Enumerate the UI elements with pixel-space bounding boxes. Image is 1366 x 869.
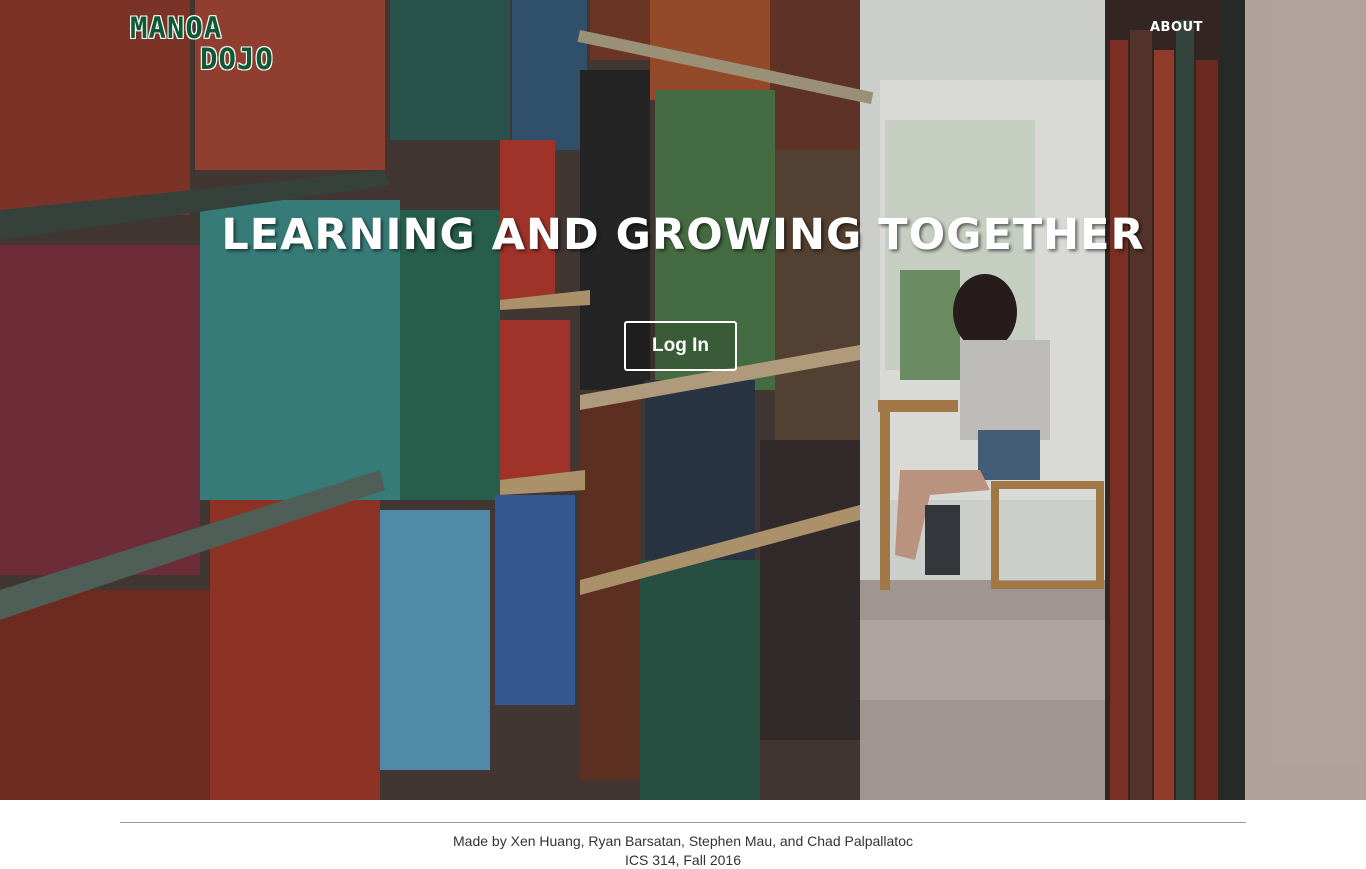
about-link[interactable]: ABOUT [1150,20,1203,35]
logo-line-1: MANOA [130,11,223,45]
hero-overlay [0,0,1366,800]
footer-credits: Made by Xen Huang, Ryan Barsatan, Stephe… [453,833,913,849]
manoa-dojo-logo[interactable]: MANOA DOJO [130,12,282,76]
login-button[interactable]: Log In [624,321,737,371]
hero-section [0,0,1366,800]
hero-headline: LEARNING AND GROWING TOGETHER [221,210,1145,260]
login-button-label: Log In [652,335,709,356]
logo-line-2: DOJO [200,42,274,76]
footer-divider [120,822,1246,823]
footer-course: ICS 314, Fall 2016 [625,852,741,868]
